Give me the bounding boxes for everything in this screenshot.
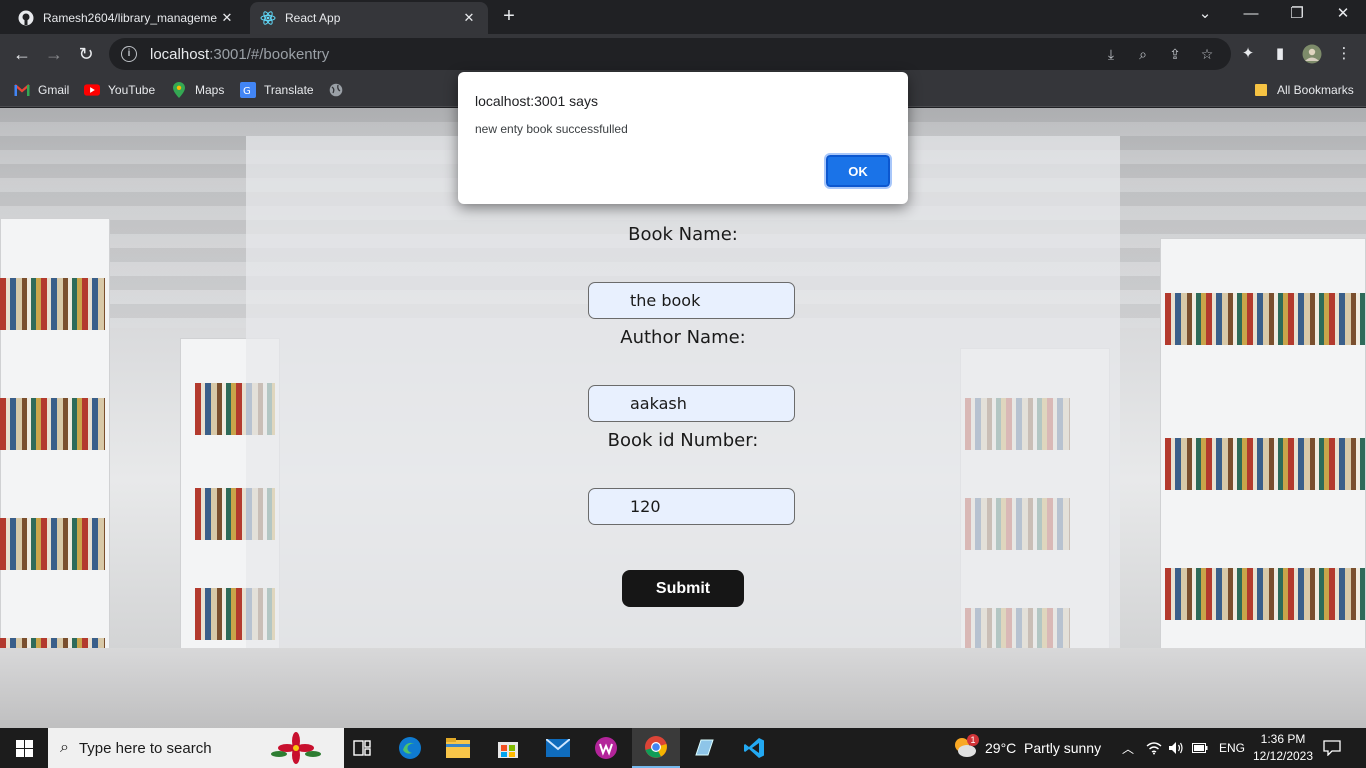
url-host: localhost (150, 45, 210, 63)
battery-icon[interactable] (1192, 728, 1208, 768)
volume-icon[interactable] (1168, 728, 1184, 768)
windows-taskbar: ⌕ Type here to search 1 29°C Partly sunn… (0, 728, 1366, 768)
extensions-puzzle-icon[interactable]: ✦ (1238, 44, 1258, 64)
books-row (0, 518, 105, 570)
side-panel-icon[interactable]: ▮ (1270, 44, 1290, 64)
url-path: :3001/#/bookentry (209, 45, 330, 63)
weather-badge: 1 (967, 734, 979, 746)
show-hidden-icons-chevron-icon[interactable]: ︿ (1122, 728, 1134, 768)
vscode-icon[interactable] (730, 728, 778, 768)
dialog-message: new enty book successfulled (475, 122, 628, 136)
maps-pin-icon (171, 82, 187, 98)
bookmark-label: Maps (195, 83, 225, 97)
folder-icon (1253, 82, 1269, 98)
tab-title: Ramesh2604/library_manageme (43, 11, 218, 25)
notifications-icon[interactable] (1323, 728, 1341, 768)
system-clock[interactable]: 1:36 PM 12/12/2023 (1248, 731, 1318, 765)
close-tab-icon[interactable]: ✕ (460, 10, 478, 26)
windows-logo-icon (15, 739, 33, 757)
books-row (0, 398, 105, 450)
start-button[interactable] (0, 728, 48, 768)
partly-sunny-icon: 1 (953, 734, 979, 760)
close-window-button[interactable]: ✕ (1320, 0, 1366, 30)
svg-text:G: G (243, 86, 251, 97)
bookmark-star-icon[interactable]: ☆ (1197, 44, 1217, 64)
restore-button[interactable]: ❐ (1274, 0, 1320, 30)
submit-button[interactable]: Submit (622, 570, 744, 607)
tab-search-chevron-icon[interactable]: ⌄ (1182, 0, 1228, 30)
chrome-taskbar-icon[interactable] (632, 728, 680, 768)
react-icon (260, 10, 276, 26)
zoom-icon[interactable]: ⌕ (1133, 44, 1153, 64)
clock-date: 12/12/2023 (1252, 749, 1314, 763)
books-row (1165, 568, 1365, 620)
search-icon: ⌕ (60, 739, 69, 756)
bookmark-maps[interactable]: Maps (171, 82, 224, 98)
bookmark-translate[interactable]: G Translate (240, 82, 314, 98)
tab-title: React App (285, 11, 341, 25)
profile-avatar[interactable] (1302, 44, 1322, 64)
language-indicator[interactable]: ENG (1219, 728, 1245, 768)
back-arrow-icon[interactable]: ← (10, 42, 34, 66)
new-tab-button[interactable]: + (496, 5, 522, 29)
address-bar[interactable]: i localhost:3001/#/bookentry ⤓ ⌕ ⇪ ☆ (109, 38, 1231, 70)
browser-toolbar: ← → ↻ i localhost:3001/#/bookentry ⤓ ⌕ ⇪… (0, 34, 1366, 74)
all-bookmarks-label: All Bookmarks (1277, 83, 1354, 97)
bookmark-label: YouTube (108, 83, 156, 97)
clock-time: 1:36 PM (1260, 732, 1306, 746)
wps-office-icon[interactable] (582, 728, 630, 768)
bookmark-globe[interactable] (328, 82, 352, 98)
mail-icon[interactable] (534, 728, 582, 768)
book-entry-form: Book Name: Author Name: Book id Number: … (246, 136, 1120, 648)
tab-github[interactable]: Ramesh2604/library_manageme ✕ (8, 2, 246, 34)
bookmark-youtube[interactable]: YouTube (84, 82, 155, 98)
globe-icon (328, 82, 344, 98)
books-row (1165, 293, 1365, 345)
reload-icon[interactable]: ↻ (74, 42, 98, 66)
author-name-input[interactable] (588, 385, 795, 422)
bookmark-gmail[interactable]: Gmail (14, 82, 69, 98)
book-id-label: Book id Number: (607, 430, 759, 451)
tab-react-app[interactable]: React App ✕ (250, 2, 488, 34)
chrome-menu-icon[interactable]: ⋮ (1334, 44, 1354, 64)
books-row (0, 278, 105, 330)
install-app-icon[interactable]: ⤓ (1101, 44, 1121, 64)
dialog-title: localhost:3001 says (475, 93, 598, 109)
file-explorer-icon[interactable] (434, 728, 482, 768)
minimize-button[interactable]: — (1228, 0, 1274, 30)
site-info-icon[interactable]: i (121, 46, 137, 62)
microsoft-store-icon[interactable] (484, 728, 532, 768)
book-name-label: Book Name: (628, 224, 738, 245)
alert-dialog: localhost:3001 says new enty book succes… (458, 72, 908, 204)
taskbar-search-box[interactable]: ⌕ Type here to search (48, 728, 344, 768)
task-view-icon[interactable] (338, 728, 386, 768)
share-icon[interactable]: ⇪ (1165, 44, 1185, 64)
github-icon (18, 10, 34, 26)
poinsettia-icon (270, 732, 322, 768)
all-bookmarks-folder[interactable]: All Bookmarks (1253, 82, 1354, 98)
books-row (1165, 438, 1365, 490)
edge-browser-icon[interactable] (386, 728, 434, 768)
weather-text: 29°C Partly sunny (985, 740, 1102, 756)
notepad-icon[interactable] (680, 728, 728, 768)
forward-arrow-icon[interactable]: → (42, 42, 66, 66)
weather-widget[interactable]: 1 29°C Partly sunny (953, 728, 1101, 768)
translate-icon: G (240, 82, 256, 98)
book-id-input[interactable] (588, 488, 795, 525)
youtube-icon (84, 82, 100, 98)
gmail-icon (14, 82, 30, 98)
bookmark-label: Gmail (38, 83, 70, 97)
library-floor (0, 648, 1366, 728)
close-tab-icon[interactable]: ✕ (218, 10, 236, 26)
search-placeholder: Type here to search (78, 739, 212, 757)
ok-button[interactable]: OK (824, 153, 892, 189)
tab-strip: Ramesh2604/library_manageme ✕ React App … (0, 0, 1366, 34)
author-name-label: Author Name: (620, 327, 746, 348)
wifi-icon[interactable] (1146, 728, 1162, 768)
bookmark-label: Translate (264, 83, 314, 97)
book-name-input[interactable] (588, 282, 795, 319)
